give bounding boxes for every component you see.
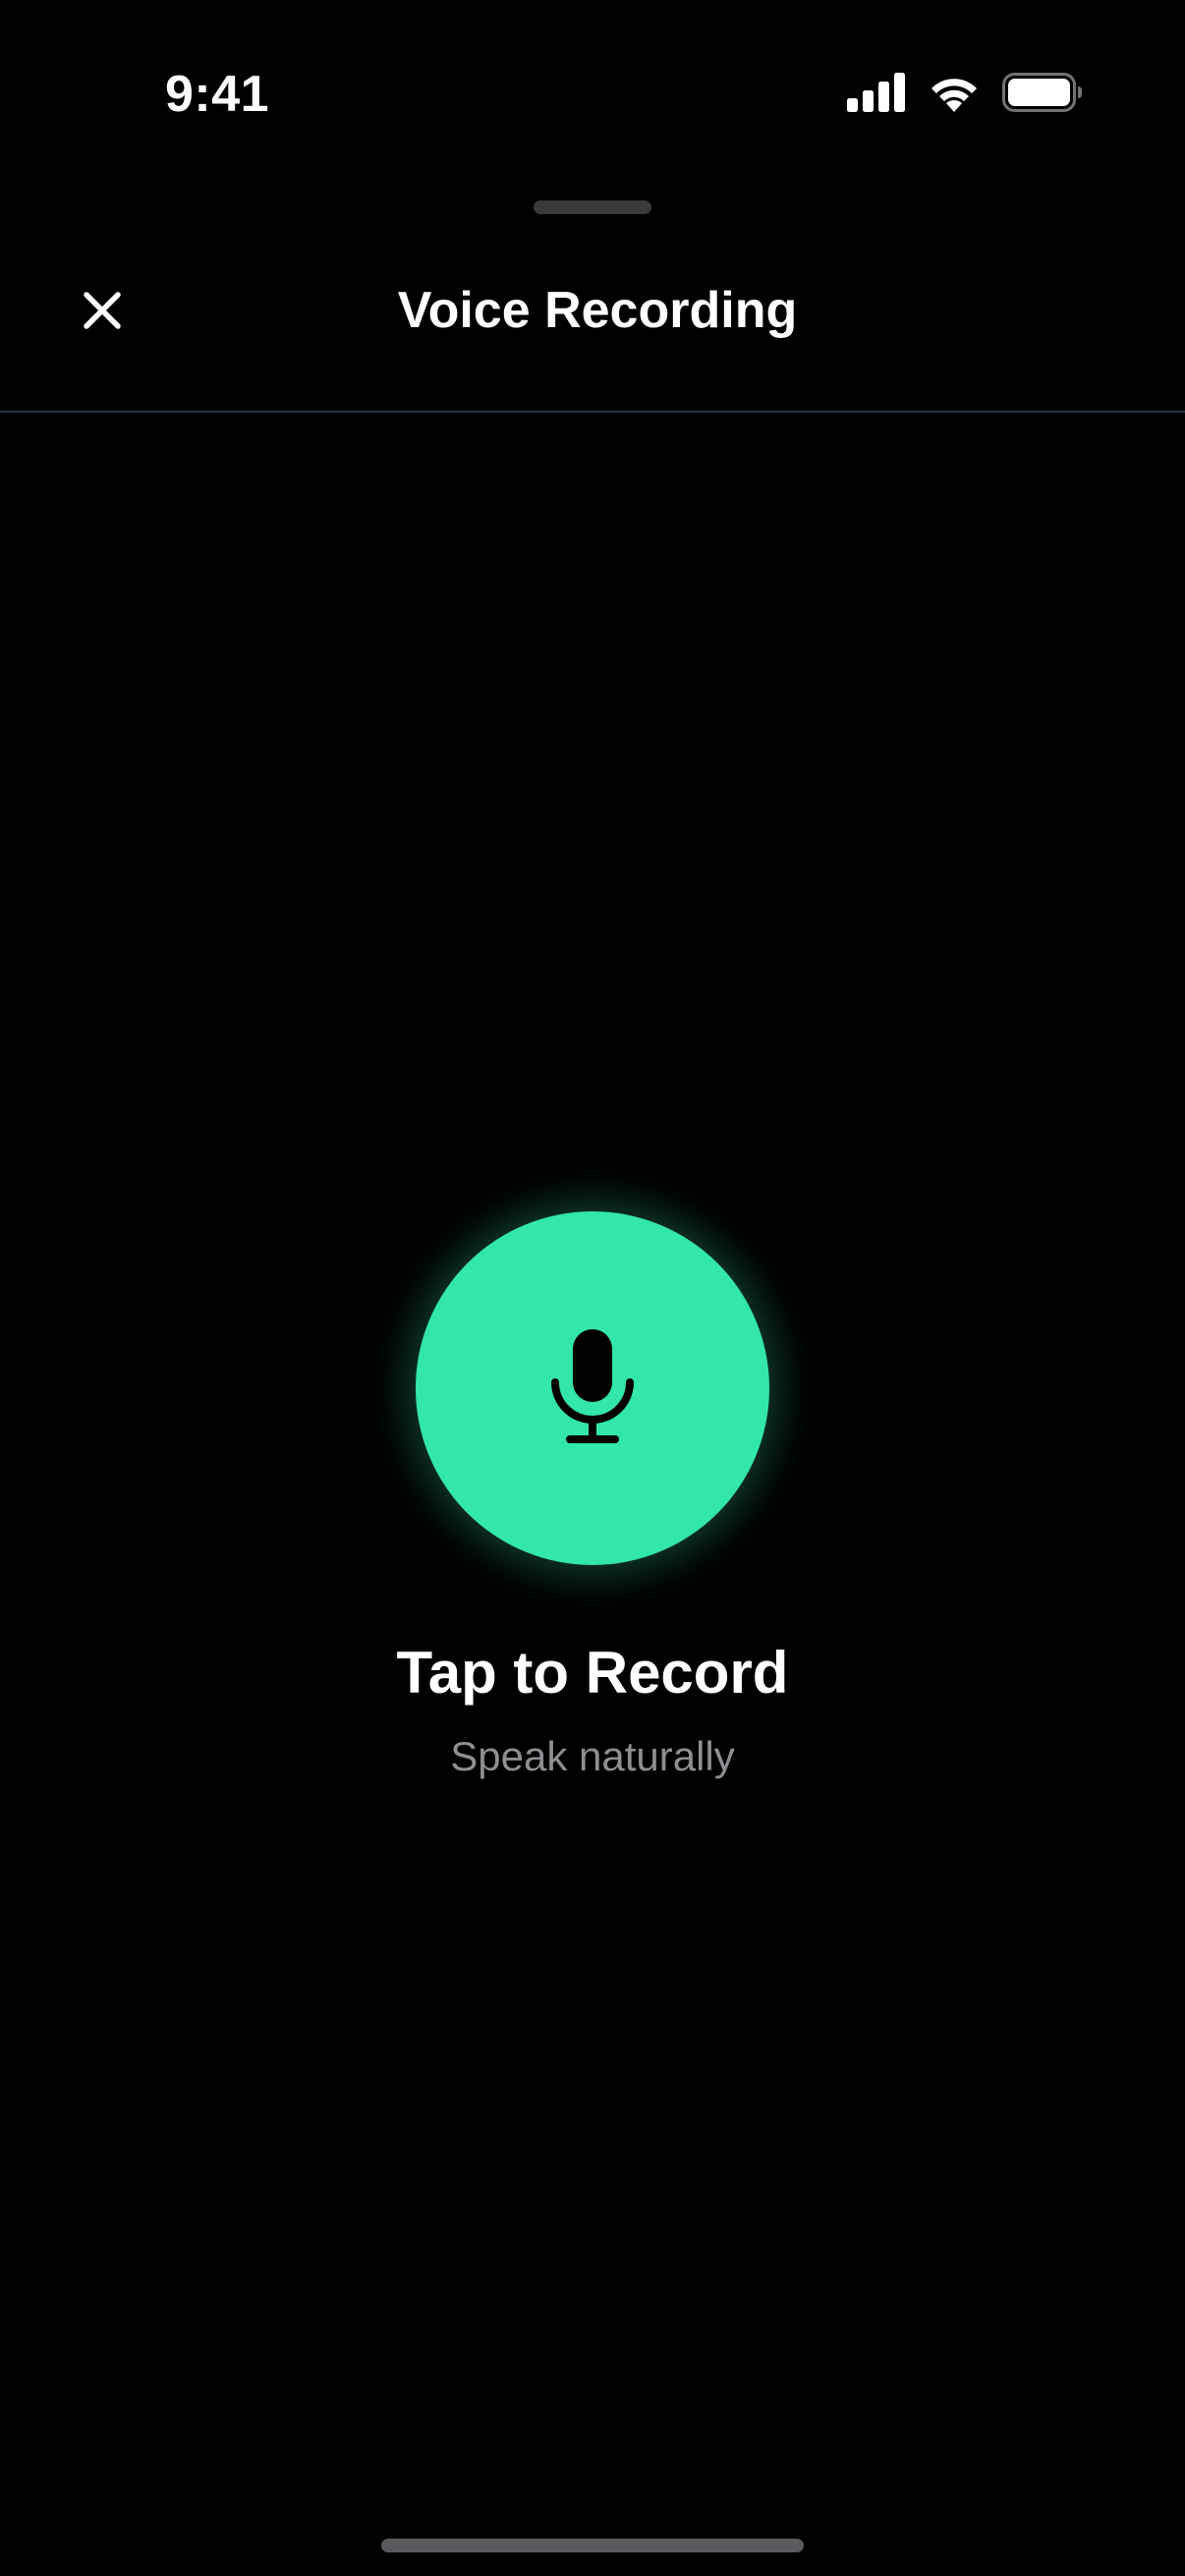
record-title: Tap to Record: [396, 1640, 789, 1706]
page-title: Voice Recording: [397, 282, 798, 339]
signal-icon: [847, 72, 906, 117]
home-indicator: [381, 2539, 804, 2552]
record-button[interactable]: [416, 1211, 769, 1565]
wifi-icon: [928, 73, 981, 117]
sheet-grabber[interactable]: [534, 200, 651, 214]
battery-icon: [1002, 72, 1083, 117]
status-icons: [847, 72, 1083, 117]
status-time: 9:41: [165, 66, 270, 123]
record-subtitle: Speak naturally: [450, 1733, 735, 1779]
status-bar: 9:41: [0, 0, 1185, 196]
header-divider: [0, 411, 1185, 413]
header: Voice Recording: [0, 252, 1185, 413]
microphone-icon: [545, 1325, 640, 1452]
